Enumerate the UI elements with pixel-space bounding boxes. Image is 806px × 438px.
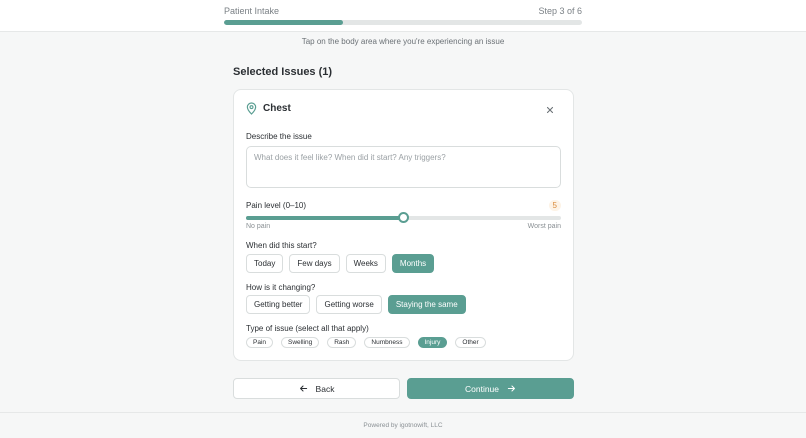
type-option-other[interactable]: Other <box>455 337 486 348</box>
start-options: Today Few days Weeks Months <box>246 254 435 273</box>
issue-header: Chest <box>246 102 291 115</box>
arrow-right-icon <box>507 385 515 392</box>
progress-fill <box>224 20 344 25</box>
footer-text: Powered by igotnowift, LLC <box>363 422 443 429</box>
type-option-pain[interactable]: Pain <box>246 337 274 348</box>
pain-level-slider[interactable] <box>246 212 561 223</box>
start-option-few-days[interactable]: Few days <box>289 254 340 273</box>
describe-issue-input[interactable] <box>246 146 561 188</box>
type-label: Type of issue (select all that apply) <box>246 324 369 333</box>
type-option-swelling[interactable]: Swelling <box>281 337 320 348</box>
selected-issues-heading: Selected Issues (1) <box>233 66 333 78</box>
issue-card: Chest Describe the issue Pain level (0–1… <box>233 89 574 361</box>
page-title: Patient Intake <box>224 6 280 16</box>
start-option-weeks[interactable]: Weeks <box>345 254 386 273</box>
change-label: How is it changing? <box>246 283 316 292</box>
pain-level-label: Pain level (0–10) <box>246 201 307 210</box>
pain-level-value: 5 <box>548 200 561 211</box>
top-bar: Patient Intake Step 3 of 6 <box>0 0 806 32</box>
pain-slider-fill <box>246 216 404 220</box>
describe-label: Describe the issue <box>246 132 312 141</box>
close-icon[interactable] <box>545 105 555 115</box>
change-option-getting-worse[interactable]: Getting worse <box>316 295 382 314</box>
start-option-months[interactable]: Months <box>391 254 435 273</box>
instruction-text: Tap on the body area where you're experi… <box>301 37 505 46</box>
issue-name: Chest <box>263 103 291 114</box>
type-options: Pain Swelling Rash Numbness Injury Other <box>246 337 486 348</box>
start-option-today[interactable]: Today <box>246 254 284 273</box>
continue-button[interactable]: Continue <box>407 378 574 399</box>
start-label: When did this start? <box>246 241 317 250</box>
pain-min-label: No pain <box>246 223 271 230</box>
continue-label: Continue <box>464 383 500 394</box>
change-options: Getting better Getting worse Staying the… <box>246 295 466 314</box>
progress-bar <box>224 20 582 25</box>
type-option-rash[interactable]: Rash <box>327 337 357 348</box>
change-option-staying-the-same[interactable]: Staying the same <box>387 295 466 314</box>
pain-max-label: Worst pain <box>527 223 561 230</box>
pain-slider-handle[interactable] <box>398 212 409 223</box>
back-label: Back <box>315 383 335 394</box>
map-pin-icon <box>246 102 257 115</box>
change-option-getting-better[interactable]: Getting better <box>246 295 311 314</box>
footer-divider <box>0 412 806 413</box>
type-option-numbness[interactable]: Numbness <box>364 337 410 348</box>
type-option-injury[interactable]: Injury <box>417 337 448 348</box>
step-indicator: Step 3 of 6 <box>538 6 582 16</box>
arrow-left-icon <box>299 385 307 392</box>
back-button[interactable]: Back <box>233 378 400 399</box>
